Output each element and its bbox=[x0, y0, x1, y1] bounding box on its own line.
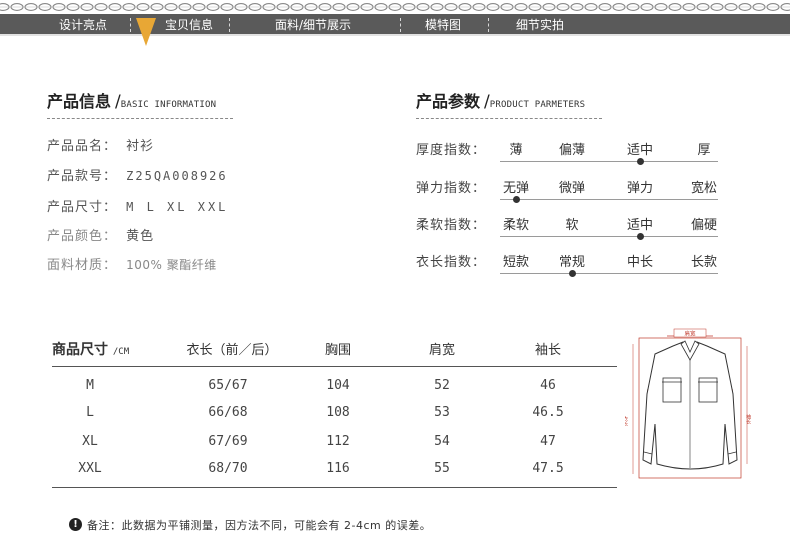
param-option: 柔软 bbox=[502, 218, 529, 233]
info-label: 产品品名： bbox=[47, 139, 118, 154]
table-bottom-rule bbox=[52, 487, 617, 488]
product-params-subtitle: PRODUCT PARMETERS bbox=[489, 100, 586, 110]
nav-item-detail-shots[interactable]: 细节实拍 bbox=[509, 14, 571, 36]
info-row-sizes: 产品尺寸： M L XL XXL bbox=[47, 196, 228, 215]
param-option: 适中 bbox=[626, 143, 653, 158]
info-label: 产品款号： bbox=[47, 169, 118, 184]
size-cell-label: L bbox=[86, 405, 94, 420]
info-row-style-number: 产品款号： Z25QA008926 bbox=[47, 165, 228, 184]
param-option: 偏硬 bbox=[690, 218, 717, 233]
size-cell-value: 104 bbox=[326, 378, 350, 393]
info-value: 衬衫 bbox=[126, 139, 155, 154]
param-option: 宽松 bbox=[690, 181, 717, 196]
size-cell-label: XXL bbox=[78, 461, 102, 476]
product-info-title: 产品信息 bbox=[47, 92, 112, 111]
param-scale-line bbox=[500, 161, 718, 162]
info-label: 产品颜色： bbox=[47, 229, 118, 244]
param-option: 常规 bbox=[558, 255, 585, 270]
param-selected-dot bbox=[569, 270, 576, 277]
size-cell-value: 47 bbox=[540, 434, 556, 449]
nav-item-design-highlights[interactable]: 设计亮点 bbox=[52, 14, 114, 36]
size-table-header-length: 衣长（前／后） bbox=[186, 343, 278, 358]
divider bbox=[416, 118, 602, 119]
size-cell-value: 46.5 bbox=[532, 405, 564, 420]
param-option: 长款 bbox=[690, 255, 717, 270]
size-cell-value: 54 bbox=[434, 434, 450, 449]
size-cell-value: 46 bbox=[540, 378, 556, 393]
size-cell-value: 112 bbox=[326, 434, 350, 449]
nav-item-model-photos[interactable]: 模特图 bbox=[418, 14, 468, 36]
param-selected-dot bbox=[513, 196, 520, 203]
size-cell-value: 108 bbox=[326, 405, 350, 420]
shirt-measurement-diagram: 肩宽 胸围 衣长 袖长 bbox=[625, 328, 751, 479]
sleeve-label: 袖长 bbox=[745, 413, 751, 425]
param-option: 微弹 bbox=[558, 181, 585, 196]
product-info-heading: 产品信息/BASIC INFORMATION bbox=[47, 88, 216, 112]
header-label: 商品尺寸 bbox=[52, 342, 108, 358]
param-option: 无弹 bbox=[502, 181, 529, 196]
param-option: 弹力 bbox=[626, 181, 653, 196]
nav-separator bbox=[400, 18, 401, 32]
param-option: 中长 bbox=[626, 255, 653, 270]
nav-separator bbox=[229, 18, 230, 32]
section-nav-bar: 设计亮点 宝贝信息 面料/细节展示 模特图 细节实拍 bbox=[0, 14, 790, 36]
active-nav-marker-icon bbox=[136, 18, 156, 46]
info-label: 面料材质： bbox=[47, 258, 118, 273]
size-cell-value: 55 bbox=[434, 461, 450, 476]
param-label: 衣长指数： bbox=[416, 255, 487, 270]
size-cell-label: M bbox=[86, 378, 94, 393]
measurement-note: 备注：此数据为平铺测量，因方法不同，可能会有 2-4cm 的误差。 bbox=[87, 519, 432, 532]
size-cell-value: 68/70 bbox=[208, 461, 248, 476]
param-option: 短款 bbox=[502, 255, 529, 270]
table-header-rule bbox=[52, 366, 617, 367]
product-info-subtitle: BASIC INFORMATION bbox=[120, 100, 217, 110]
info-value: Z25QA008926 bbox=[126, 169, 228, 183]
info-value: 100% 聚酯纤维 bbox=[126, 258, 217, 272]
size-table-header-chest: 胸围 bbox=[324, 343, 351, 358]
param-option: 适中 bbox=[626, 218, 653, 233]
header-unit: /CM bbox=[112, 347, 130, 357]
size-table-header-shoulder: 肩宽 bbox=[428, 343, 455, 358]
size-cell-value: 116 bbox=[326, 461, 350, 476]
param-option: 偏薄 bbox=[558, 143, 585, 158]
size-cell-value: 52 bbox=[434, 378, 450, 393]
shoulder-label: 肩宽 bbox=[684, 330, 696, 338]
product-params-heading: 产品参数/PRODUCT PARMETERS bbox=[416, 88, 585, 112]
nav-separator bbox=[488, 18, 489, 32]
info-row-color: 产品颜色： 黄色 bbox=[47, 225, 154, 244]
size-cell-value: 53 bbox=[434, 405, 450, 420]
size-cell-value: 47.5 bbox=[532, 461, 564, 476]
param-selected-dot bbox=[637, 158, 644, 165]
param-scale-line bbox=[500, 273, 718, 274]
param-selected-dot bbox=[637, 233, 644, 240]
size-table-header-size: 商品尺寸 /CM bbox=[52, 339, 129, 359]
nav-item-product-info[interactable]: 宝贝信息 bbox=[158, 14, 220, 36]
info-value: M L XL XXL bbox=[126, 200, 229, 214]
param-label: 弹力指数： bbox=[416, 181, 487, 196]
param-scale-line bbox=[500, 236, 718, 237]
size-table-header-sleeve: 袖长 bbox=[534, 343, 561, 358]
nav-separator bbox=[130, 18, 131, 32]
param-scale-line bbox=[500, 199, 718, 200]
size-cell-value: 65/67 bbox=[208, 378, 248, 393]
param-option: 厚 bbox=[697, 143, 711, 158]
param-option: 薄 bbox=[509, 143, 523, 158]
divider bbox=[47, 118, 233, 119]
length-label: 衣长 bbox=[625, 415, 628, 427]
size-cell-value: 67/69 bbox=[208, 434, 248, 449]
param-label: 厚度指数： bbox=[416, 143, 487, 158]
decorative-chain-border bbox=[0, 0, 790, 14]
size-cell-value: 66/68 bbox=[208, 405, 248, 420]
param-option: 软 bbox=[565, 218, 579, 233]
param-label: 柔软指数： bbox=[416, 218, 487, 233]
size-cell-label: XL bbox=[82, 434, 98, 449]
exclamation-icon: ! bbox=[69, 518, 82, 531]
info-row-material: 面料材质： 100% 聚酯纤维 bbox=[47, 254, 217, 273]
info-row-name: 产品品名： 衬衫 bbox=[47, 135, 154, 154]
info-label: 产品尺寸： bbox=[47, 200, 118, 215]
info-value: 黄色 bbox=[126, 229, 155, 244]
nav-item-fabric-details[interactable]: 面料/细节展示 bbox=[266, 14, 360, 36]
product-params-title: 产品参数 bbox=[416, 92, 481, 111]
